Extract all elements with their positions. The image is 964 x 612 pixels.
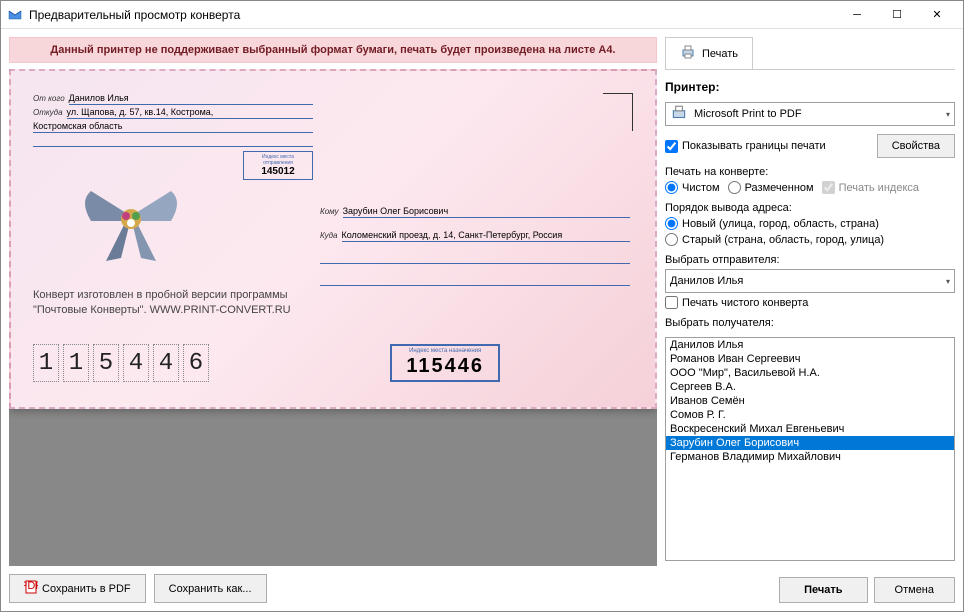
index-digit: 4: [123, 344, 149, 382]
list-item[interactable]: Воскресенский Михал Евгеньевич: [666, 422, 954, 436]
sender-block: От кого Данилов Илья Откуда ул. Щапова, д.…: [33, 93, 313, 180]
sender-select-value: Данилов Илья: [670, 275, 743, 287]
list-item[interactable]: Сергеев В.А.: [666, 380, 954, 394]
show-borders-label: Показывать границы печати: [682, 140, 826, 152]
pdf-icon: PDF: [24, 580, 38, 597]
print-index-checkbox: Печать индекса: [822, 181, 919, 194]
to-label: Кому: [320, 207, 339, 216]
print-button-label: Печать: [804, 584, 842, 596]
window-title: Предварительный просмотр конверта: [29, 8, 837, 22]
recipient-block: Кому Зарубин Олег Борисович Куда Коломенск…: [320, 206, 630, 288]
recipient-select-label: Выбрать получателя:: [665, 317, 955, 329]
list-item[interactable]: Романов Иван Сергеевич: [666, 352, 954, 366]
list-item[interactable]: Сомов Р. Г.: [666, 408, 954, 422]
preview-area: От кого Данилов Илья Откуда ул. Щапова, д.…: [9, 69, 657, 566]
index-digit: 5: [93, 344, 119, 382]
svg-text:PDF: PDF: [24, 580, 38, 592]
radio-clean[interactable]: Чистом: [665, 181, 720, 194]
save-as-button[interactable]: Сохранить как...: [154, 574, 267, 603]
list-item[interactable]: Германов Владимир Михайлович: [666, 450, 954, 464]
tab-print[interactable]: Печать: [665, 37, 753, 69]
minimize-button[interactable]: ─: [837, 1, 877, 29]
to-addr-line1: Коломенский проезд, д. 14, Санкт-Петербу…: [342, 230, 631, 242]
cancel-button[interactable]: Отмена: [874, 577, 955, 603]
to-blank2: [320, 274, 630, 286]
sender-index-title: Индекс места отправления: [252, 154, 304, 166]
save-pdf-label: Сохранить в PDF: [42, 583, 131, 595]
from-label: От кого: [33, 94, 65, 103]
properties-label: Свойства: [892, 140, 940, 152]
print-on-label: Печать на конверте:: [665, 166, 955, 178]
radio-marked[interactable]: Размеченном: [728, 181, 814, 194]
list-item[interactable]: Данилов Илья: [666, 338, 954, 352]
tab-print-label: Печать: [702, 48, 738, 60]
recip-index-title: Индекс места назначения: [406, 348, 484, 354]
recip-index-value: 115446: [406, 355, 484, 378]
addr-blank: [33, 135, 313, 147]
save-pdf-button[interactable]: PDF Сохранить в PDF: [9, 574, 146, 603]
sender-select-label: Выбрать отправителя:: [665, 254, 955, 266]
print-clean-envelope-checkbox[interactable]: Печать чистого конверта: [665, 296, 955, 309]
addr-label: Откуда: [33, 108, 63, 117]
warning-banner: Данный принтер не поддерживает выбранный…: [9, 37, 657, 63]
printer-select[interactable]: Microsoft Print to PDF ▾: [665, 102, 955, 126]
radio-order-old[interactable]: Старый (страна, область, город, улица): [665, 233, 955, 246]
list-item[interactable]: Зарубин Олег Борисович: [666, 436, 954, 450]
sender-select[interactable]: Данилов Илья ▾: [665, 269, 955, 293]
envelope-preview: От кого Данилов Илья Откуда ул. Щапова, д.…: [9, 69, 657, 409]
app-icon: [7, 7, 23, 23]
save-as-label: Сохранить как...: [169, 583, 252, 595]
chevron-down-icon: ▾: [946, 277, 950, 286]
printer-section-label: Принтер:: [665, 80, 955, 94]
sender-index-box: Индекс места отправления 145012: [243, 151, 313, 180]
titlebar: Предварительный просмотр конверта ─ ☐ ✕: [1, 1, 963, 29]
close-button[interactable]: ✕: [917, 1, 957, 29]
addr-line1: ул. Щапова, д. 57, кв.14, Кострома,: [67, 107, 313, 119]
index-digit: 1: [63, 344, 89, 382]
index-digit: 6: [183, 344, 209, 382]
print-button[interactable]: Печать: [779, 577, 867, 603]
printer-small-icon: [670, 104, 688, 125]
chevron-down-icon: ▾: [946, 110, 950, 119]
recipient-listbox[interactable]: Данилов ИльяРоманов Иван СергеевичООО "М…: [665, 337, 955, 561]
list-item[interactable]: Иванов Семён: [666, 394, 954, 408]
list-item[interactable]: ООО "Мир", Васильевой Н.А.: [666, 366, 954, 380]
radio-order-new[interactable]: Новый (улица, город, область, страна): [665, 217, 955, 230]
index-digit: 4: [153, 344, 179, 382]
recipient-index-box: Индекс места назначения 115446: [390, 344, 500, 382]
index-digit: 1: [33, 344, 59, 382]
to-value: Зарубин Олег Борисович: [343, 206, 630, 218]
cancel-button-label: Отмена: [895, 584, 934, 596]
bow-decoration: [71, 176, 191, 266]
order-label: Порядок вывода адреса:: [665, 202, 955, 214]
from-value: Данилов Илья: [69, 93, 313, 105]
properties-button[interactable]: Свойства: [877, 134, 955, 158]
printer-icon: [680, 44, 696, 63]
addr-line2: Костромская область: [33, 121, 313, 133]
big-index: 115446: [33, 344, 209, 382]
maximize-button[interactable]: ☐: [877, 1, 917, 29]
to-blank1: [320, 252, 630, 264]
stamp-corner: [603, 93, 633, 131]
to-addr-label: Куда: [320, 231, 338, 240]
show-borders-checkbox[interactable]: Показывать границы печати: [665, 140, 826, 153]
sender-index-value: 145012: [252, 166, 304, 177]
watermark: Конверт изготовлен в пробной версии прог…: [33, 288, 291, 317]
printer-selected-value: Microsoft Print to PDF: [694, 108, 802, 120]
